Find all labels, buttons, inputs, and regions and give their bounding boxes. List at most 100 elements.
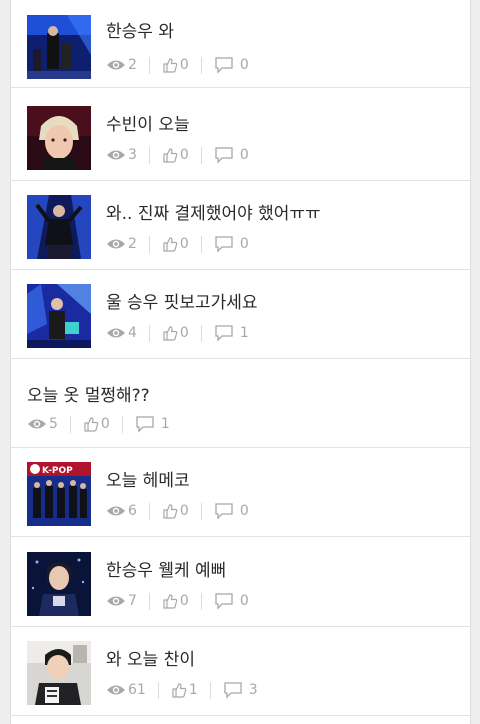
- divider: [209, 681, 211, 699]
- like-count: 0: [179, 593, 189, 609]
- post-meta: 5 0 1: [27, 413, 170, 435]
- comment-count: 0: [239, 57, 249, 73]
- list-item[interactable]: 오늘 옷 멀쩡해?? 5 0 1: [11, 359, 470, 448]
- divider: [148, 324, 150, 342]
- comment-button[interactable]: 1: [135, 415, 170, 433]
- view-count-value: 2: [128, 57, 137, 73]
- comment-count: 0: [239, 593, 249, 609]
- comment-button[interactable]: 0: [214, 235, 249, 253]
- comment-count: 0: [239, 236, 249, 252]
- view-count-value: 3: [128, 147, 137, 163]
- divider: [200, 592, 202, 610]
- post-title[interactable]: 수빈이 오늘: [106, 110, 190, 135]
- post-thumbnail[interactable]: [27, 15, 91, 79]
- thumbs-up-icon: [163, 237, 178, 252]
- eye-icon: [107, 328, 125, 338]
- like-button[interactable]: 0: [83, 416, 110, 432]
- like-button[interactable]: 1: [171, 682, 198, 698]
- post-title[interactable]: 오늘 옷 멀쩡해??: [27, 381, 150, 406]
- post-meta: 61 1 3: [106, 679, 258, 701]
- view-count-value: 61: [128, 682, 146, 698]
- post-meta: 7 0 0: [106, 590, 249, 612]
- divider: [200, 235, 202, 253]
- comment-count: 3: [248, 682, 258, 698]
- like-button[interactable]: 0: [162, 325, 189, 341]
- eye-icon: [107, 596, 125, 606]
- view-count: 2: [106, 57, 137, 73]
- view-count-value: 7: [128, 593, 137, 609]
- list-item[interactable]: 와 오늘 찬이 61 1 3: [11, 627, 470, 716]
- post-meta: 6 0 0: [106, 500, 249, 522]
- divider: [157, 681, 159, 699]
- divider: [200, 56, 202, 74]
- post-thumbnail[interactable]: [27, 195, 91, 259]
- divider: [148, 592, 150, 610]
- list-item[interactable]: 수빈이 오늘 3 0 0: [11, 92, 470, 181]
- like-button[interactable]: 0: [162, 503, 189, 519]
- view-count-value: 2: [128, 236, 137, 252]
- list-item[interactable]: 한승우 와 2 0 0: [11, 0, 470, 88]
- comment-icon: [224, 682, 242, 699]
- eye-icon: [28, 419, 46, 429]
- view-count: 4: [106, 325, 137, 341]
- comment-button[interactable]: 0: [214, 56, 249, 74]
- post-thumbnail[interactable]: [27, 552, 91, 616]
- comment-count: 0: [239, 147, 249, 163]
- comment-icon: [215, 236, 233, 253]
- thumbs-up-icon: [84, 417, 99, 432]
- post-thumbnail[interactable]: [27, 284, 91, 348]
- like-button[interactable]: 0: [162, 57, 189, 73]
- comment-count: 0: [239, 503, 249, 519]
- post-meta: 2 0 0: [106, 233, 249, 255]
- like-button[interactable]: 0: [162, 593, 189, 609]
- post-feed: 한승우 와 2 0 0 수빈이 오늘 3 0 0 와.. 진짜 결제했어야 했어…: [10, 0, 471, 724]
- post-thumbnail[interactable]: [27, 106, 91, 170]
- post-title[interactable]: 울 승우 핏보고가세요: [106, 288, 258, 313]
- comment-icon: [215, 503, 233, 520]
- post-meta: 2 0 0: [106, 54, 249, 76]
- list-item[interactable]: K-POP 오늘 헤메코 6 0 0: [11, 448, 470, 537]
- view-count-value: 4: [128, 325, 137, 341]
- like-count: 0: [179, 236, 189, 252]
- like-count: 0: [179, 147, 189, 163]
- list-item[interactable]: 울 승우 핏보고가세요 4 0 1: [11, 270, 470, 359]
- comment-button[interactable]: 3: [223, 681, 258, 699]
- post-title[interactable]: 와.. 진짜 결제했어야 했어ㅠㅠ: [106, 199, 321, 224]
- comment-button[interactable]: 0: [214, 502, 249, 520]
- like-count: 0: [100, 416, 110, 432]
- comment-button[interactable]: 0: [214, 592, 249, 610]
- view-count: 5: [27, 416, 58, 432]
- comment-button[interactable]: 0: [214, 146, 249, 164]
- like-button[interactable]: 0: [162, 147, 189, 163]
- view-count: 2: [106, 236, 137, 252]
- list-item[interactable]: 한승우 웰케 예뻐 7 0 0: [11, 538, 470, 627]
- comment-button[interactable]: 1: [214, 324, 249, 342]
- comment-count: 1: [160, 416, 170, 432]
- view-count: 7: [106, 593, 137, 609]
- like-count: 0: [179, 57, 189, 73]
- post-thumbnail[interactable]: K-POP: [27, 462, 91, 526]
- thumbnail-kpop-label: K-POP: [42, 466, 73, 476]
- post-title[interactable]: 오늘 헤메코: [106, 466, 190, 491]
- eye-icon: [107, 239, 125, 249]
- thumbs-up-icon: [172, 683, 187, 698]
- comment-icon: [215, 147, 233, 164]
- post-title[interactable]: 한승우 와: [106, 17, 174, 42]
- post-title[interactable]: 와 오늘 찬이: [106, 645, 195, 670]
- list-item[interactable]: 와.. 진짜 결제했어야 했어ㅠㅠ 2 0 0: [11, 181, 470, 270]
- view-count: 6: [106, 503, 137, 519]
- post-thumbnail[interactable]: [27, 641, 91, 705]
- divider: [121, 415, 123, 433]
- like-count: 1: [188, 682, 198, 698]
- like-button[interactable]: 0: [162, 236, 189, 252]
- eye-icon: [107, 506, 125, 516]
- divider: [148, 56, 150, 74]
- like-count: 0: [179, 325, 189, 341]
- view-count: 61: [106, 682, 146, 698]
- comment-icon: [215, 325, 233, 342]
- like-count: 0: [179, 503, 189, 519]
- comment-icon: [215, 57, 233, 74]
- divider: [148, 146, 150, 164]
- thumbs-up-icon: [163, 504, 178, 519]
- post-title[interactable]: 한승우 웰케 예뻐: [106, 556, 226, 581]
